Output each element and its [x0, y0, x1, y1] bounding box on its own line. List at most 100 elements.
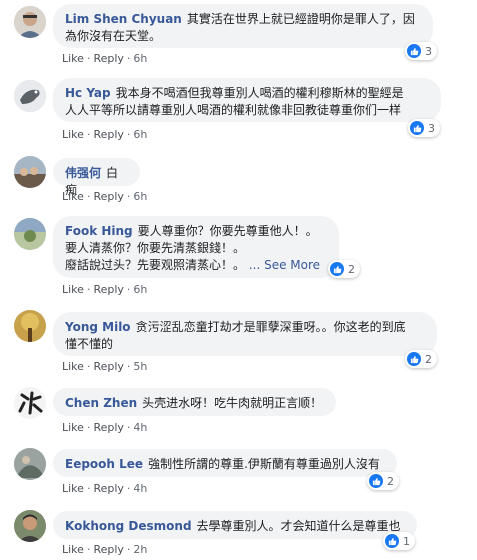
comment-author[interactable]: Chen Zhen — [65, 396, 137, 410]
like-reaction-icon — [330, 262, 344, 276]
user-avatar-icon — [14, 156, 46, 188]
reaction-count[interactable]: 2 — [367, 472, 399, 490]
comment-text: 其實活在世界上就已經證明你是罪人了，因 — [186, 12, 415, 26]
separator: · — [126, 543, 131, 556]
separator: · — [126, 421, 131, 434]
separator: · — [86, 283, 91, 296]
comment-author[interactable]: 伟强何 — [65, 166, 101, 180]
comment-time[interactable]: 6h — [133, 128, 147, 141]
avatar[interactable] — [14, 6, 46, 38]
reply-link[interactable]: Reply — [93, 283, 123, 296]
like-link[interactable]: Like — [62, 482, 84, 495]
separator: · — [86, 360, 91, 373]
avatar[interactable] — [14, 510, 46, 542]
comment-bubble: Kokhong Desmond 去學尊重別人。才会知道什么是尊重也 — [53, 511, 417, 539]
avatar[interactable] — [14, 387, 46, 419]
comment-author[interactable]: Yong Milo — [65, 320, 131, 334]
separator: · — [86, 190, 91, 203]
like-link[interactable]: Like — [62, 283, 84, 296]
like-reaction-icon — [385, 534, 399, 548]
comment-time[interactable]: 6h — [133, 190, 147, 203]
comment-time[interactable]: 2h — [133, 543, 147, 556]
reaction-count[interactable]: 3 — [405, 42, 437, 60]
reply-link[interactable]: Reply — [93, 52, 123, 65]
comment-author[interactable]: Eepooh Lee — [65, 457, 143, 471]
reaction-count-label: 2 — [348, 262, 355, 276]
like-link[interactable]: Like — [62, 543, 84, 556]
separator: · — [86, 482, 91, 495]
like-link[interactable]: Like — [62, 360, 84, 373]
see-more-link[interactable]: ... See More — [249, 258, 320, 272]
separator: · — [126, 52, 131, 65]
comment-actions: Like · Reply · 6h — [62, 283, 147, 297]
comment-actions: Like · Reply · 5h — [62, 360, 147, 374]
separator: · — [126, 190, 131, 203]
reaction-count-label: 2 — [387, 474, 394, 488]
comment-author[interactable]: Kokhong Desmond — [65, 519, 192, 533]
reply-link[interactable]: Reply — [93, 421, 123, 434]
reply-link[interactable]: Reply — [93, 128, 123, 141]
comment-bubble: Hc Yap 我本身不喝酒但我尊重別人喝酒的權利穆斯林的聖經是 人人平等所以請尊重… — [53, 78, 441, 122]
reaction-count-label: 2 — [425, 352, 432, 366]
comment-actions: Like · Reply · 2h — [62, 543, 147, 557]
reaction-count[interactable]: 3 — [408, 119, 440, 137]
comment-bubble: Chen Zhen 头壳进水呀！吃牛肉就明正言顺！ — [53, 388, 336, 416]
like-link[interactable]: Like — [62, 52, 84, 65]
comment-actions: Like · Reply · 4h — [62, 421, 147, 435]
separator: · — [126, 128, 131, 141]
separator: · — [126, 283, 131, 296]
avatar[interactable] — [14, 218, 46, 250]
comment-bubble: Fook Hing 要人尊重你？你要先尊重他人！。 要人清蒸你？你要先清蒸銀錢！。… — [53, 216, 339, 278]
reply-link[interactable]: Reply — [93, 543, 123, 556]
comment-text: 為你沒有在天堂。 — [65, 29, 162, 43]
calligraphy-avatar-icon — [14, 387, 46, 419]
comment-bubble: 伟强何 白痴 — [53, 158, 140, 197]
reaction-count[interactable]: 1 — [383, 532, 415, 550]
avatar[interactable] — [14, 448, 46, 480]
avatar[interactable] — [14, 310, 46, 342]
comment-text: 贪污涩乱恋童打劫才是罪孽深重呀。。你这老的到底 — [135, 320, 406, 334]
comment-text: 人人平等所以請尊重別人喝酒的權利就像非回教徒尊重你们一样 — [65, 103, 402, 117]
separator: · — [86, 128, 91, 141]
comment-time[interactable]: 6h — [133, 283, 147, 296]
comment-text: 要人清蒸你？你要先清蒸銀錢！。 — [65, 241, 246, 255]
like-link[interactable]: Like — [62, 421, 84, 434]
reply-link[interactable]: Reply — [93, 360, 123, 373]
comment-actions: Like · Reply · 6h — [62, 128, 147, 142]
reaction-count-label: 3 — [425, 44, 432, 58]
comment-time[interactable]: 4h — [133, 421, 147, 434]
separator: · — [86, 543, 91, 556]
comment-bubble: Eepooh Lee 強制性所謂的尊重.伊斯蘭有尊重過別人沒有 — [53, 449, 397, 477]
like-link[interactable]: Like — [62, 190, 84, 203]
comment-actions: Like · Reply · 4h — [62, 482, 147, 496]
reply-link[interactable]: Reply — [93, 190, 123, 203]
like-reaction-icon — [410, 121, 424, 135]
comment-text: 头壳进水呀！吃牛肉就明正言顺！ — [142, 396, 323, 410]
like-reaction-icon — [407, 352, 421, 366]
comment-author[interactable]: Fook Hing — [65, 224, 133, 238]
comment-text: 要人尊重你？你要先尊重他人！。 — [137, 224, 318, 238]
comment-time[interactable]: 5h — [133, 360, 147, 373]
avatar[interactable] — [14, 80, 46, 112]
separator: · — [86, 421, 91, 434]
comment-author[interactable]: Lim Shen Chyuan — [65, 12, 182, 26]
comment-bubble: Yong Milo 贪污涩乱恋童打劫才是罪孽深重呀。。你这老的到底 懂不懂的 — [53, 312, 437, 356]
comment-time[interactable]: 4h — [133, 482, 147, 495]
comment-author[interactable]: Hc Yap — [65, 86, 111, 100]
reply-link[interactable]: Reply — [93, 482, 123, 495]
comment-time[interactable]: 6h — [133, 52, 147, 65]
like-link[interactable]: Like — [62, 128, 84, 141]
comment-text: 廢話說过头？先要观照清蒸心！。 — [65, 258, 246, 272]
user-avatar-icon — [14, 218, 46, 250]
reaction-count[interactable]: 2 — [328, 260, 360, 278]
user-avatar-icon — [14, 6, 46, 38]
comment-text: 去學尊重別人。才会知道什么是尊重也 — [196, 519, 401, 533]
like-reaction-icon — [369, 474, 383, 488]
like-reaction-icon — [407, 44, 421, 58]
user-avatar-icon — [14, 510, 46, 542]
avatar[interactable] — [14, 156, 46, 188]
user-avatar-icon — [14, 448, 46, 480]
separator: · — [86, 52, 91, 65]
reaction-count[interactable]: 2 — [405, 350, 437, 368]
separator: · — [126, 360, 131, 373]
